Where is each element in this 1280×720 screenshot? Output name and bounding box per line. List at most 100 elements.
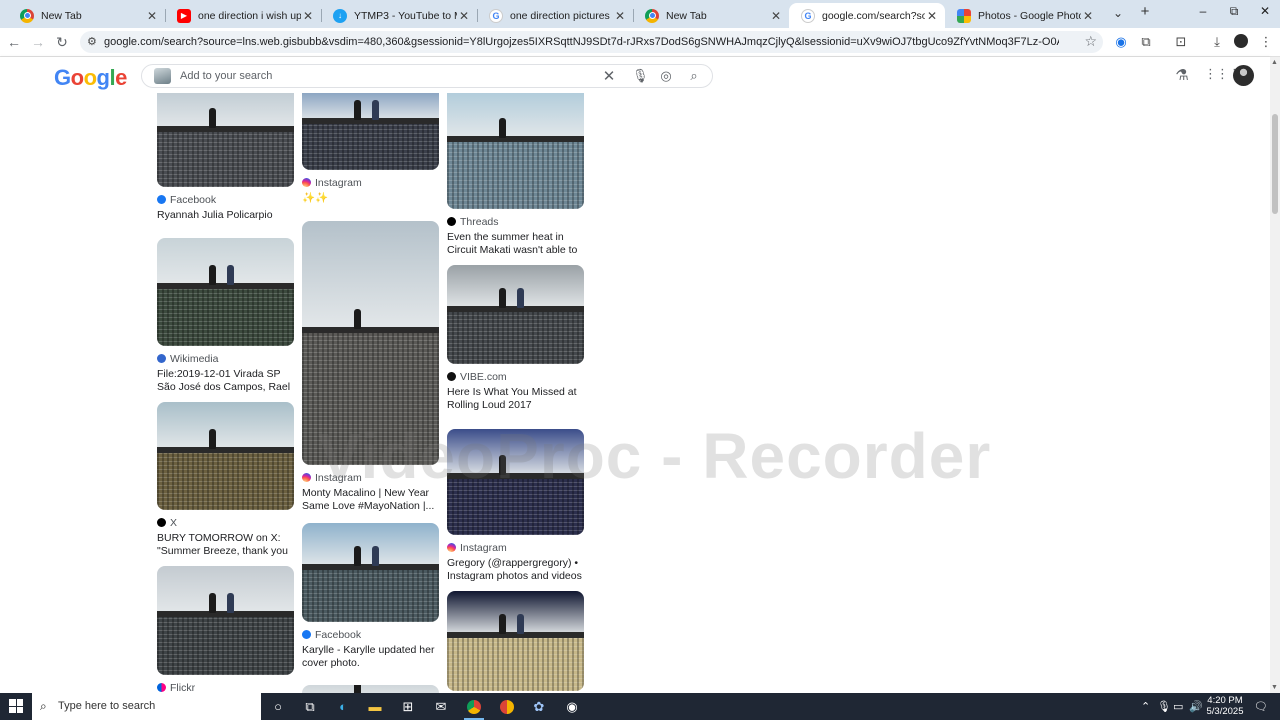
facebook-icon [157, 195, 166, 204]
result-card[interactable]: Instagram Monty Macalino | New Year Same… [302, 221, 439, 512]
search-icon[interactable]: ⌕ [686, 68, 702, 84]
tab-search-button[interactable]: ⌄ [1109, 6, 1127, 20]
close-window-button[interactable]: ✕ [1250, 4, 1280, 18]
menu-kebab-icon[interactable]: ⋮ [1257, 34, 1275, 50]
result-caption[interactable]: ✨✨ [302, 192, 439, 205]
tab-5[interactable]: G google.com/search?source=lns ✕ [789, 3, 945, 28]
result-image[interactable] [447, 591, 584, 691]
result-image[interactable] [302, 221, 439, 465]
system-clock[interactable]: 4:20 PM 5/3/2025 [1201, 695, 1249, 717]
result-image[interactable] [302, 93, 439, 170]
tab-0[interactable]: New Tab ✕ [8, 3, 166, 28]
result-card[interactable]: Facebook Karylle - Karylle updated her c… [302, 523, 439, 669]
tab-3[interactable]: G one direction pictures - Google ✕ [477, 3, 634, 28]
store-icon[interactable]: ⊞ [398, 697, 418, 716]
windows-start-icon[interactable] [9, 699, 23, 713]
lens-camera-icon[interactable]: ◎ [658, 68, 674, 84]
chrome-alt-icon[interactable] [497, 697, 517, 716]
microphone-icon[interactable]: 🎙 [632, 68, 649, 84]
result-caption[interactable]: Karylle - Karylle updated her cover phot… [302, 644, 439, 669]
reload-icon[interactable]: ↻ [52, 33, 72, 53]
close-icon[interactable]: ✕ [769, 9, 783, 23]
network-icon[interactable]: ▭ [1173, 700, 1183, 713]
result-image[interactable] [302, 523, 439, 622]
result-caption[interactable]: Monty Macalino | New Year Same Love #May… [302, 487, 439, 512]
tab-1[interactable]: ▶ one direction i wish up all night ✕ [165, 3, 322, 28]
result-caption[interactable]: BURY TOMORROW on X: "Summer Breeze, than… [157, 532, 294, 558]
result-caption[interactable]: Even the summer heat in Circuit Makati w… [447, 231, 584, 257]
account-avatar[interactable] [1233, 65, 1254, 86]
result-caption[interactable]: Ryannah Julia Policarpio [157, 209, 294, 222]
result-source: Facebook [302, 628, 439, 641]
extensions-icon[interactable]: ⧉ [1137, 34, 1155, 50]
address-bar[interactable]: ⚙ google.com/search?source=lns.web.gisbu… [80, 31, 1103, 53]
close-icon[interactable]: ✕ [1081, 9, 1095, 23]
result-image[interactable] [447, 265, 584, 364]
result-card[interactable]: Threads Even the summer heat in Circuit … [447, 93, 584, 257]
result-image[interactable] [447, 429, 584, 535]
file-explorer-icon[interactable]: ▬ [365, 697, 385, 716]
mail-icon[interactable]: ✉ [431, 697, 451, 716]
app-icon[interactable]: ✿ [529, 697, 549, 716]
instagram-icon [302, 473, 311, 482]
scrollbar-thumb[interactable] [1272, 114, 1278, 214]
labs-flask-icon[interactable]: ⚗ [1172, 66, 1192, 84]
task-view-icon[interactable]: ⧉ [300, 697, 320, 716]
result-image[interactable] [302, 685, 439, 693]
download-icon[interactable]: ⤓ [1208, 34, 1226, 50]
result-caption[interactable]: Gregory (@rappergregory) • Instagram pho… [447, 557, 584, 582]
close-icon[interactable]: ✕ [145, 9, 159, 23]
taskbar-search[interactable]: ⌕ Type here to search [32, 693, 261, 720]
notification-icon[interactable]: 🗨 [1254, 700, 1268, 713]
result-image[interactable] [157, 238, 294, 346]
result-card[interactable]: Flickr [157, 566, 294, 693]
result-card[interactable]: Wikimedia File:2019-12-01 Virada SP São … [157, 238, 294, 394]
page-scrollbar[interactable]: ▲ ▼ [1270, 57, 1280, 693]
apps-grid-icon[interactable]: ⋮⋮⋮ [1204, 66, 1241, 82]
forward-arrow-icon[interactable]: → [28, 33, 48, 53]
clear-icon[interactable]: ✕ [601, 67, 617, 85]
new-tab-button[interactable]: + [1136, 3, 1154, 20]
url-text[interactable]: google.com/search?source=lns.web.gisbubb… [104, 36, 1059, 48]
result-card[interactable]: VIBE.com Here Is What You Missed at Roll… [447, 265, 584, 411]
result-image[interactable] [157, 93, 294, 187]
tab-6[interactable]: Photos - Google Photos ✕ [945, 3, 1101, 28]
chrome-taskbar-icon[interactable] [464, 697, 484, 720]
tab-4[interactable]: New Tab ✕ [633, 3, 789, 28]
minimize-button[interactable]: – [1188, 4, 1218, 18]
edge-icon[interactable]: ◐ [333, 697, 353, 716]
profile-avatar-icon[interactable] [1232, 34, 1250, 51]
result-card[interactable] [302, 685, 439, 693]
media-icon[interactable]: ◉ [1112, 34, 1130, 50]
tab-2[interactable]: ↓ YTMP3 - YouTube to MP3 Conv ✕ [321, 3, 478, 28]
result-caption[interactable]: File:2019-12-01 Virada SP São José dos C… [157, 368, 294, 394]
result-card[interactable]: Instagram ✨✨ [302, 93, 439, 205]
back-arrow-icon[interactable]: ← [4, 33, 24, 53]
close-icon[interactable]: ✕ [301, 9, 315, 23]
site-info-icon[interactable]: ⚙ [87, 35, 97, 48]
result-card[interactable]: Facebook Ryannah Julia Policarpio [157, 93, 294, 222]
videoproc-icon[interactable]: ◉ [562, 697, 582, 716]
result-image[interactable] [447, 93, 584, 209]
cortana-icon[interactable]: ○ [268, 697, 288, 716]
browser-tab-strip: New Tab ✕ ▶ one direction i wish up all … [0, 0, 1280, 28]
restore-button[interactable]: ⧉ [1219, 4, 1249, 19]
screenshot-icon[interactable]: ⊡ [1172, 34, 1190, 50]
search-input[interactable] [180, 68, 580, 84]
close-icon[interactable]: ✕ [457, 9, 471, 23]
result-image[interactable] [157, 402, 294, 510]
close-icon[interactable]: ✕ [925, 9, 939, 23]
result-caption[interactable]: Here Is What You Missed at Rolling Loud … [447, 386, 584, 411]
microphone-tray-icon[interactable]: 🎙 [1157, 700, 1171, 713]
show-hidden-icons[interactable]: ⌃ [1141, 700, 1150, 713]
google-logo[interactable]: Google [54, 65, 127, 91]
close-icon[interactable]: ✕ [613, 9, 627, 23]
facebook-icon [302, 630, 311, 639]
bookmark-star-icon[interactable]: ☆ [1084, 33, 1097, 50]
query-image-thumbnail[interactable] [154, 68, 171, 84]
result-card[interactable]: Instagram Gregory (@rappergregory) • Ins… [447, 429, 584, 582]
result-card[interactable] [447, 591, 584, 691]
result-card[interactable]: X BURY TOMORROW on X: "Summer Breeze, th… [157, 402, 294, 558]
result-image[interactable] [157, 566, 294, 675]
tab-title: YTMP3 - YouTube to MP3 Conv [354, 9, 457, 22]
